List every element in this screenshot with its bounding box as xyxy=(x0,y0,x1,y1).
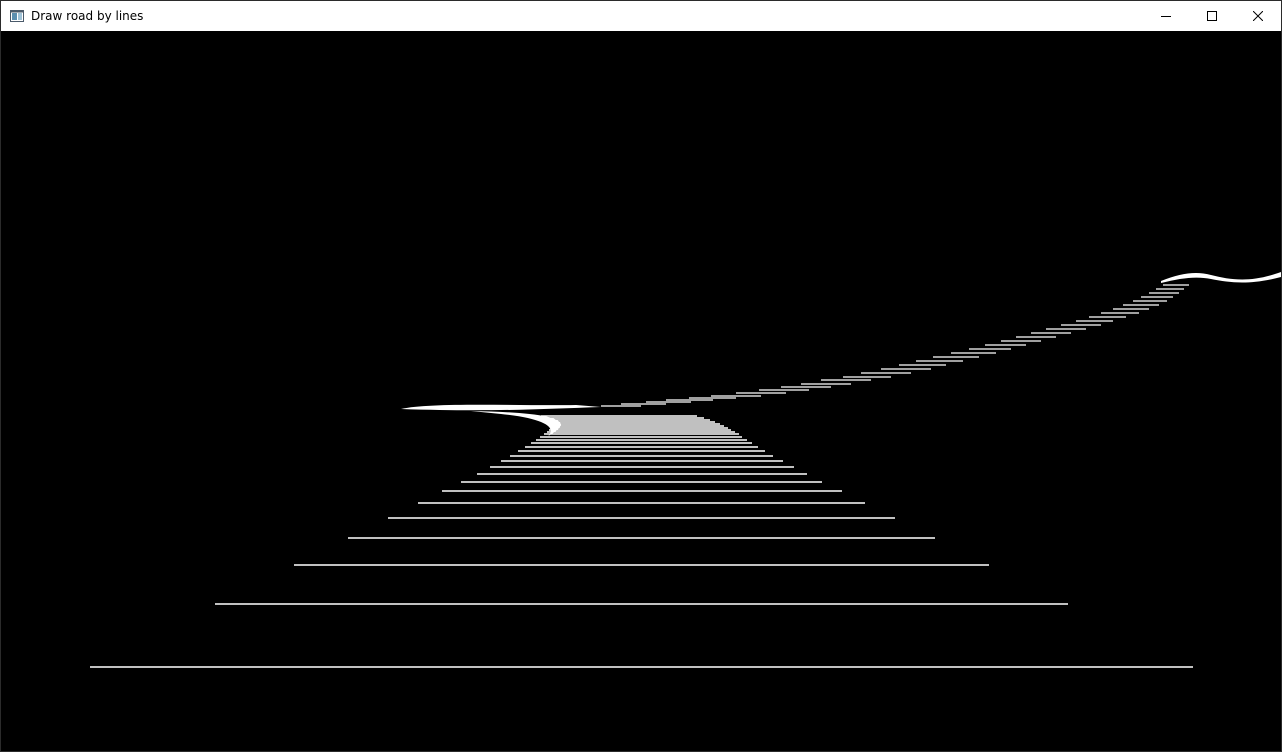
window-controls xyxy=(1143,1,1281,31)
app-window: Draw road by lines xyxy=(0,0,1282,752)
close-icon xyxy=(1253,11,1263,21)
maximize-button[interactable] xyxy=(1189,1,1235,31)
minimize-icon xyxy=(1161,16,1171,17)
minimize-button[interactable] xyxy=(1143,1,1189,31)
window-title: Draw road by lines xyxy=(31,9,144,23)
render-canvas[interactable] xyxy=(1,31,1281,751)
window-app-icon[interactable] xyxy=(9,8,25,24)
maximize-icon xyxy=(1207,11,1217,21)
road-drawing xyxy=(1,31,1281,751)
title-bar[interactable]: Draw road by lines xyxy=(1,1,1281,31)
close-button[interactable] xyxy=(1235,1,1281,31)
